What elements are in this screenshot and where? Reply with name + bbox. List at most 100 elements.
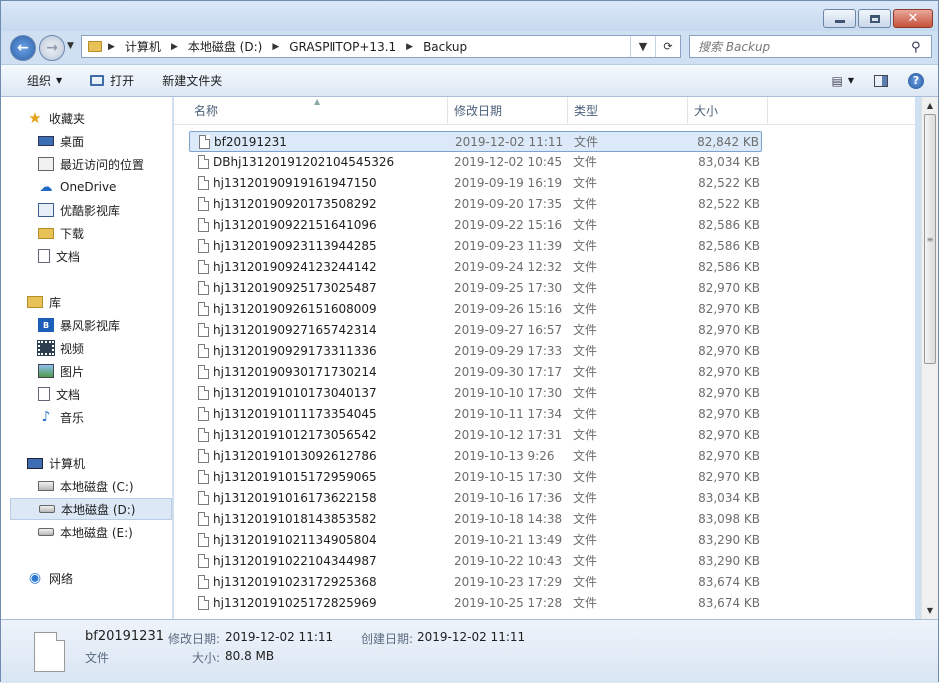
file-row[interactable]: hj13120191023172925368 2019-10-23 17:29 文件… [189, 572, 762, 593]
file-size: 82,970 KB [698, 386, 760, 400]
view-options-chevron-icon[interactable]: ▼ [848, 76, 854, 85]
scrollbar-thumb[interactable]: ≡ [924, 114, 936, 364]
recent-pages-dropdown[interactable]: ▼ [67, 41, 74, 51]
file-size: 82,970 KB [698, 302, 760, 316]
file-icon [198, 470, 209, 484]
nav-label: 本地磁盘 (E:) [60, 525, 133, 540]
file-row[interactable]: hj13120190926151608009 2019-09-26 15:16 文件… [189, 299, 762, 320]
nav-desktop[interactable]: 桌面 [38, 130, 84, 152]
file-row[interactable]: hj13120190930171730214 2019-09-30 17:17 文件… [189, 362, 762, 383]
chevron-right-icon[interactable]: ▶ [400, 42, 419, 52]
nav-downloads[interactable]: 下载 [38, 222, 84, 244]
nav-drive-c[interactable]: 本地磁盘 (C:) [38, 475, 134, 497]
close-button[interactable]: ✕ [893, 9, 933, 28]
file-date: 2019-09-19 16:19 [454, 176, 563, 190]
nav-label: 最近访问的位置 [60, 157, 145, 172]
file-row[interactable]: hj13120191025172825969 2019-10-25 17:28 文件… [189, 593, 762, 614]
search-icon[interactable]: ⚲ [911, 40, 925, 55]
file-date: 2019-10-11 17:34 [454, 407, 563, 421]
breadcrumb-backup[interactable]: Backup [419, 40, 471, 54]
file-icon [198, 365, 209, 379]
nav-favorites[interactable]: ★ 收藏夹 [27, 107, 85, 129]
column-header-type[interactable]: 类型 [568, 97, 688, 124]
file-row[interactable]: bf20191231 2019-12-02 11:11 文件 82,842 KB [189, 131, 762, 152]
file-row[interactable]: hj13120190927165742314 2019-09-27 16:57 文件… [189, 320, 762, 341]
file-row[interactable]: hj13120191012173056542 2019-10-12 17:31 文件… [189, 425, 762, 446]
breadcrumb-drive-d[interactable]: 本地磁盘 (D:) [184, 38, 266, 55]
maximize-button[interactable] [858, 9, 891, 28]
nav-videos[interactable]: 视频 [37, 337, 85, 359]
change-view-icon[interactable]: ▤ [832, 74, 843, 88]
scroll-down-icon[interactable]: ▼ [922, 602, 938, 619]
chevron-right-icon[interactable]: ▶ [266, 42, 285, 52]
address-dropdown-icon[interactable]: ▼ [630, 36, 655, 57]
document-icon [38, 249, 50, 263]
nav-libraries[interactable]: 库 [27, 291, 61, 313]
open-button[interactable]: 打开 [76, 65, 148, 96]
nav-documents[interactable]: 文档 [38, 383, 80, 405]
file-name: DBhj1312019120210454532​6 [213, 155, 395, 169]
chevron-right-icon[interactable]: ▶ [102, 42, 121, 52]
nav-computer[interactable]: 计算机 [27, 452, 85, 474]
file-row[interactable]: hj13120190929173311336 2019-09-29 17:33 文件… [189, 341, 762, 362]
file-type: 文件 [573, 218, 598, 232]
new-folder-button[interactable]: 新建文件夹 [148, 65, 236, 96]
file-name: hj13120191010173040137 [213, 386, 377, 400]
file-row[interactable]: hj13120191011173354045 2019-10-11 17:34 文件… [189, 404, 762, 425]
file-row[interactable]: hj13120191016173622158 2019-10-16 17:36 文件… [189, 488, 762, 509]
help-icon[interactable]: ? [908, 72, 924, 89]
nav-drive-e[interactable]: 本地磁盘 (E:) [38, 521, 133, 543]
nav-pictures[interactable]: 图片 [38, 360, 84, 382]
nav-recent-places[interactable]: 最近访问的位置 [38, 153, 144, 175]
nav-music[interactable]: ♪ 音乐 [38, 406, 84, 428]
file-name: hj13120191012173056542 [213, 428, 377, 442]
recent-places-icon [38, 157, 54, 171]
file-row[interactable]: hj13120190925173025487 2019-09-25 17:30 文件… [189, 278, 762, 299]
file-type: 文件 [573, 407, 598, 421]
back-button[interactable]: ← [10, 35, 36, 61]
file-row[interactable]: hj13120191010173040137 2019-10-10 17:30 文件… [189, 383, 762, 404]
file-row[interactable]: DBhj1312019120210454532​6 2019-12-02 10:4… [189, 152, 762, 173]
column-header-size[interactable]: 大小 [688, 97, 768, 124]
organize-button[interactable]: 组织 ▼ [1, 65, 76, 96]
nav-network[interactable]: ◉ 网络 [27, 567, 73, 589]
nav-documents-fav[interactable]: 文档 [38, 245, 80, 267]
file-type: 文件 [573, 239, 598, 253]
details-filename: bf20191231 [85, 629, 164, 644]
file-size: 82,970 KB [698, 428, 760, 442]
file-name: hj13120191021134905804 [213, 533, 377, 547]
breadcrumb-computer[interactable]: 计算机 [121, 38, 165, 55]
file-row[interactable]: hj13120191021134905804 2019-10-21 13:49 文件… [189, 530, 762, 551]
file-name: hj13120191023172925368 [213, 575, 377, 589]
nav-youku-library[interactable]: 优酷影视库 [38, 199, 120, 221]
column-header-date[interactable]: 修改日期 [448, 97, 568, 124]
breadcrumb-grasp[interactable]: GRASPⅡTOP+13.1 [285, 40, 400, 54]
file-row[interactable]: hj13120191022104344987 2019-10-22 10:43 文件… [189, 551, 762, 572]
column-label: 名称 [194, 104, 219, 118]
file-row[interactable]: hj13120191015172959065 2019-10-15 17:30 文件… [189, 467, 762, 488]
forward-button[interactable]: → [39, 35, 65, 61]
file-row[interactable]: hj13120190923113944285 2019-09-23 11:39 文件… [189, 236, 762, 257]
search-input[interactable] [690, 38, 911, 55]
chevron-right-icon[interactable]: ▶ [165, 42, 184, 52]
nav-baofeng-library[interactable]: B 暴风影视库 [38, 314, 120, 336]
file-row[interactable]: hj13120191013092612786 2019-10-13 9:26 文件 8… [189, 446, 762, 467]
details-size-value: 80.8 MB [225, 649, 275, 663]
vertical-scrollbar[interactable]: ▲ ≡ ▼ [921, 97, 938, 619]
address-bar[interactable]: ▶ 计算机 ▶ 本地磁盘 (D:) ▶ GRASPⅡTOP+13.1 ▶ Bac… [81, 35, 681, 58]
file-row[interactable]: hj13120191018143853582 2019-10-18 14:38 文件… [189, 509, 762, 530]
minimize-button[interactable] [823, 9, 856, 28]
file-row[interactable]: hj13120190920173508292 2019-09-20 17:35 文件… [189, 194, 762, 215]
file-row[interactable]: hj13120190919161947150 2019-09-19 16:19 文件… [189, 173, 762, 194]
preview-pane-icon[interactable] [874, 74, 888, 87]
file-row[interactable]: hj13120190924123244142 2019-09-24 12:32 文件… [189, 257, 762, 278]
file-date: 2019-09-27 16:57 [454, 323, 563, 337]
refresh-icon[interactable]: ⟳ [655, 36, 680, 57]
scroll-up-icon[interactable]: ▲ [922, 97, 938, 114]
nav-onedrive[interactable]: ☁ OneDrive [38, 176, 117, 198]
file-name: bf20191231 [214, 135, 287, 149]
file-row[interactable]: hj13120190922151641096 2019-09-22 15:16 文件… [189, 215, 762, 236]
file-icon [198, 218, 209, 232]
nav-drive-d[interactable]: 本地磁盘 (D:) [10, 498, 172, 520]
nav-label: 视频 [60, 341, 85, 356]
